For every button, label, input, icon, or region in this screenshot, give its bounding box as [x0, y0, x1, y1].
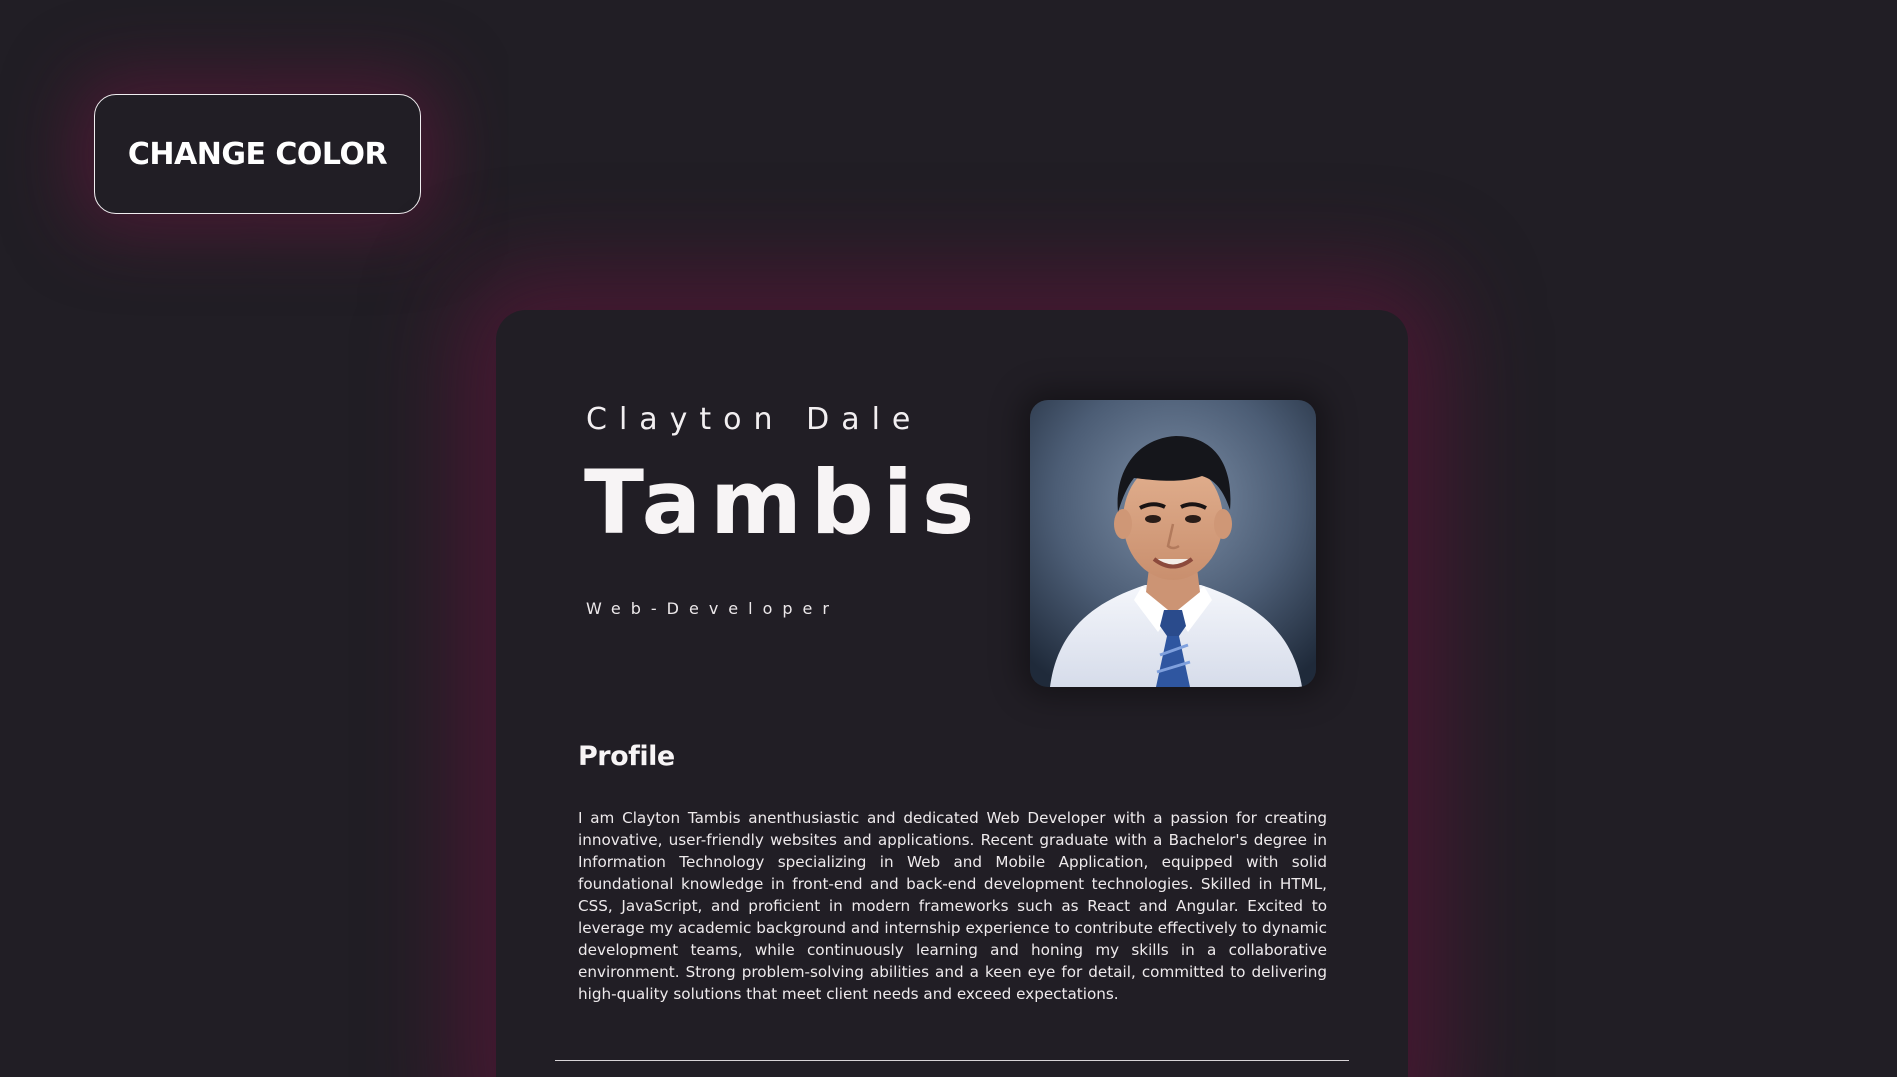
profile-heading: Profile	[578, 741, 675, 772]
profile-photo	[1030, 400, 1316, 687]
profile-summary: I am Clayton Tambis anenthusiastic and d…	[578, 809, 1327, 1003]
page: CHANGE COLOR Clayton Dale Tambis Web-Dev…	[0, 0, 1897, 1077]
job-title: Web-Developer	[586, 599, 839, 618]
first-name: Clayton Dale	[586, 402, 923, 437]
change-color-button[interactable]: CHANGE COLOR	[94, 94, 421, 214]
resume-card: Clayton Dale Tambis Web-Developer Profil…	[496, 310, 1408, 1077]
last-name: Tambis	[584, 451, 984, 554]
section-divider	[555, 1060, 1349, 1061]
